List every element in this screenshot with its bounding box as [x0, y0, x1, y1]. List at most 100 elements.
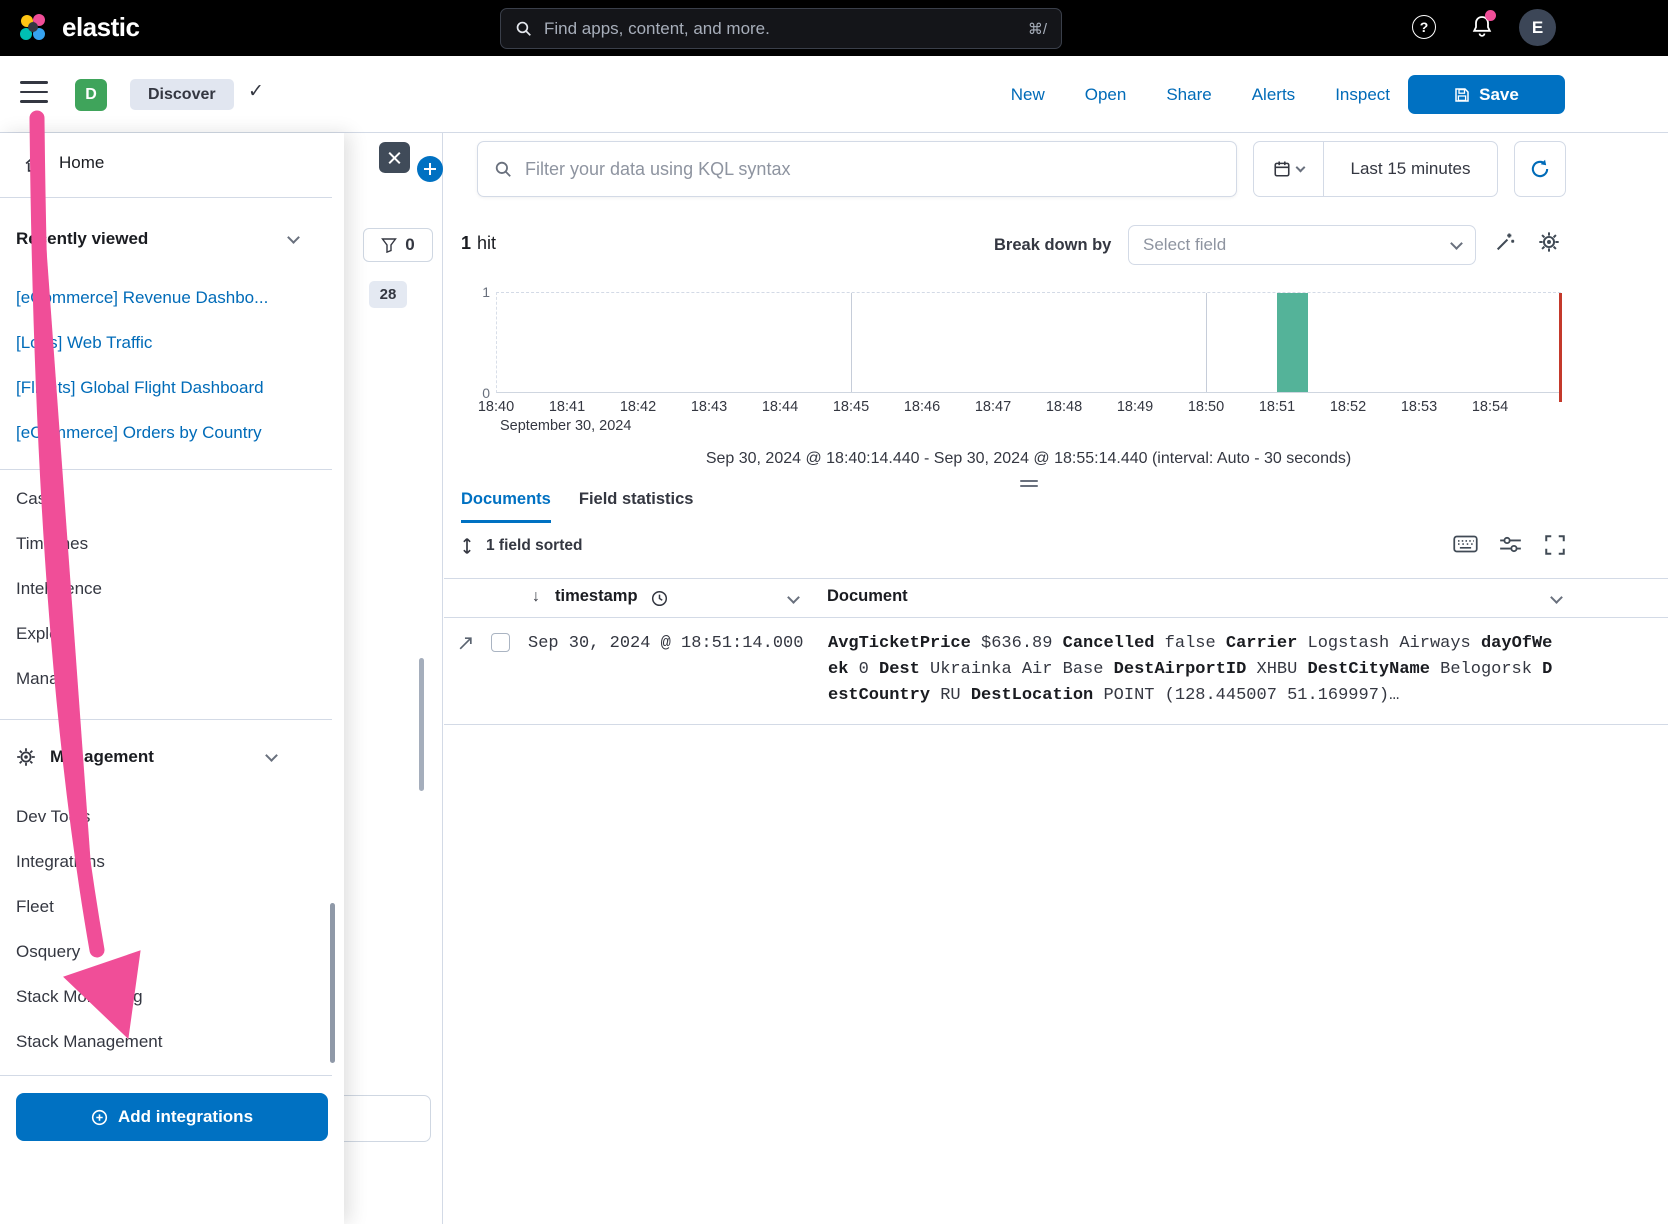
selected-filter-count: 0: [405, 235, 414, 255]
nav-scrollbar[interactable]: [330, 903, 335, 1063]
chart-gridline: [1206, 293, 1207, 392]
inspect-button[interactable]: Inspect: [1335, 85, 1390, 105]
breakdown-label: Break down by: [994, 236, 1111, 255]
row-checkbox[interactable]: [491, 633, 510, 652]
nav-item-intelligence[interactable]: Intelligence: [16, 579, 102, 599]
tab-documents[interactable]: Documents: [461, 490, 551, 523]
refresh-icon: [1529, 158, 1551, 180]
nav-item-cases[interactable]: Cases: [16, 489, 64, 509]
column-header-document[interactable]: Document: [827, 587, 908, 606]
recently-viewed-accordion[interactable]: Recently viewed: [0, 225, 332, 253]
fields-scrollbar[interactable]: [419, 658, 424, 791]
save-icon: [1454, 87, 1470, 103]
divider: [0, 469, 332, 470]
space-badge[interactable]: D: [75, 79, 107, 111]
nav-item-stack-monitoring[interactable]: Stack Monitoring: [16, 987, 143, 1007]
x-tick-label: 18:49: [1117, 399, 1153, 415]
available-fields-count: 28: [369, 281, 407, 308]
check-icon: ✓: [248, 80, 264, 103]
kql-input[interactable]: [525, 159, 1220, 180]
current-time-marker: [1559, 293, 1562, 402]
recent-item[interactable]: [eCommerce] Revenue Dashbo...: [16, 288, 268, 308]
recent-item[interactable]: [Flights] Global Flight Dashboard: [16, 378, 264, 398]
time-interval-caption: Sep 30, 2024 @ 18:40:14.440 - Sep 30, 20…: [496, 450, 1561, 468]
nav-item-timelines[interactable]: Timelines: [16, 534, 88, 554]
close-icon[interactable]: [379, 142, 410, 173]
column-header-timestamp[interactable]: timestamp: [555, 587, 638, 606]
x-tick-label: 18:48: [1046, 399, 1082, 415]
share-button[interactable]: Share: [1166, 85, 1211, 105]
x-axis-date-label: September 30, 2024: [500, 418, 631, 434]
sort-descending-icon[interactable]: ↓: [532, 588, 540, 606]
filter-icon: [381, 237, 397, 253]
nav-item-dev-tools[interactable]: Dev Tools: [16, 807, 90, 827]
calendar-icon: [1273, 160, 1291, 178]
expand-row-icon[interactable]: [457, 635, 474, 652]
x-tick-label: 18:41: [549, 399, 585, 415]
kibana-discover-page: elastic ⌘/ ? E D Discover ✓ New Open Sha…: [0, 0, 1668, 1224]
nav-item-osquery[interactable]: Osquery: [16, 942, 80, 962]
chevron-down-icon[interactable]: [787, 591, 800, 604]
notification-badge-dot: [1485, 10, 1496, 21]
discover-app-button[interactable]: Discover: [130, 79, 234, 110]
elastic-logo-icon[interactable]: [18, 13, 48, 43]
breakdown-select[interactable]: Select field: [1128, 225, 1476, 265]
chart-resize-handle[interactable]: [1020, 480, 1038, 490]
global-search[interactable]: ⌘/: [500, 8, 1062, 49]
quick-select-button[interactable]: [1254, 142, 1324, 196]
chevron-down-icon: [1296, 163, 1306, 173]
toolbar-actions: New Open Share Alerts Inspect: [900, 56, 1390, 133]
top-header: elastic ⌘/ ? E: [0, 0, 1668, 56]
discover-main: Last 15 minutes 1hit Break down by Selec…: [444, 133, 1668, 1224]
chart-gridline: [851, 293, 852, 392]
nav-item-stack-management[interactable]: Stack Management: [16, 1032, 162, 1052]
histogram-bar[interactable]: [1277, 293, 1309, 392]
management-accordion[interactable]: Management: [0, 743, 332, 771]
search-icon: [515, 20, 532, 37]
nav-home[interactable]: Home: [0, 149, 104, 177]
recent-item[interactable]: [eCommerce] Orders by Country: [16, 423, 262, 443]
fullscreen-icon[interactable]: [1545, 535, 1565, 560]
clock-icon: [651, 590, 668, 607]
divider: [0, 197, 332, 198]
open-button[interactable]: Open: [1085, 85, 1127, 105]
field-filter-button[interactable]: 0: [363, 228, 433, 262]
help-icon[interactable]: ?: [1412, 15, 1436, 39]
save-button[interactable]: Save: [1408, 75, 1565, 114]
new-button[interactable]: New: [1011, 85, 1045, 105]
add-field-icon[interactable]: [417, 156, 443, 182]
x-tick-label: 18:47: [975, 399, 1011, 415]
nav-item-explore[interactable]: Explore: [16, 624, 74, 644]
time-range-value[interactable]: Last 15 minutes: [1324, 159, 1497, 179]
kql-query-bar[interactable]: [477, 141, 1237, 197]
nav-item-integrations[interactable]: Integrations: [16, 852, 105, 872]
sorted-fields-label[interactable]: 1 field sorted: [486, 537, 582, 555]
chevron-down-icon[interactable]: [1550, 591, 1563, 604]
refresh-button[interactable]: [1514, 141, 1566, 197]
app-toolbar: D Discover ✓ New Open Share Alerts Inspe…: [0, 56, 1668, 133]
display-options-icon[interactable]: [1499, 535, 1522, 559]
chart-options-gear-icon[interactable]: [1538, 231, 1560, 258]
sort-fields-icon[interactable]: [460, 537, 474, 555]
edit-visualization-icon[interactable]: [1494, 231, 1516, 258]
divider: [0, 719, 332, 720]
user-avatar[interactable]: E: [1519, 9, 1556, 46]
notifications-icon[interactable]: [1470, 14, 1494, 43]
search-icon: [494, 160, 512, 178]
x-tick-label: 18:50: [1188, 399, 1224, 415]
add-integrations-button[interactable]: Add integrations: [16, 1093, 328, 1141]
nav-item-fleet[interactable]: Fleet: [16, 897, 54, 917]
x-tick-label: 18:43: [691, 399, 727, 415]
keyboard-shortcuts-icon[interactable]: [1453, 535, 1478, 558]
divider: [0, 1075, 332, 1076]
alerts-button[interactable]: Alerts: [1252, 85, 1295, 105]
global-search-input[interactable]: [544, 19, 1016, 39]
x-tick-label: 18:52: [1330, 399, 1366, 415]
nav-item-manage[interactable]: Manage: [16, 669, 77, 689]
recent-item[interactable]: [Logs] Web Traffic: [16, 333, 152, 353]
menu-hamburger-icon[interactable]: [20, 81, 48, 103]
x-tick-label: 18:44: [762, 399, 798, 415]
navigation-flyout: Home Recently viewed [eCommerce] Revenue…: [0, 133, 344, 1224]
tab-field-statistics[interactable]: Field statistics: [579, 490, 694, 523]
home-icon: [24, 154, 45, 173]
